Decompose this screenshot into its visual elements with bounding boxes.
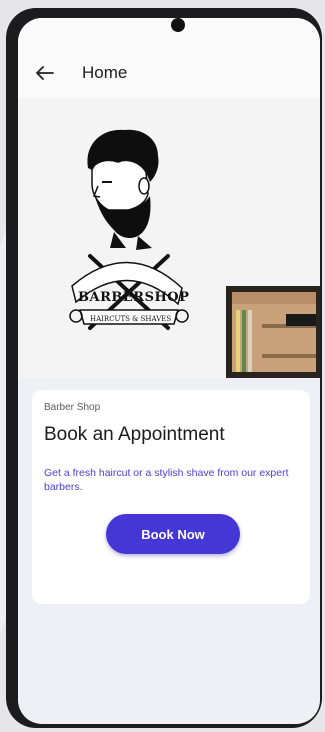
back-button[interactable] xyxy=(32,60,58,86)
arrow-left-icon xyxy=(36,66,54,80)
logo-tagline: HAIRCUTS & SHAVES xyxy=(90,315,171,323)
app-bar: Home xyxy=(18,18,320,98)
card-subtitle: Barber Shop xyxy=(44,402,101,413)
page-title: Home xyxy=(82,63,128,82)
hero-image: BARBERSHOP HAIRCUTS & SHAVES xyxy=(18,98,320,378)
shelf-photo xyxy=(222,284,320,378)
camera-icon xyxy=(171,18,185,32)
app-screen: Home BARBERSHOP HAIRCUTS & SHAVES Barber… xyxy=(18,18,320,724)
appointment-card: Barber Shop Book an Appointment Get a fr… xyxy=(32,390,310,604)
logo-text: BARBERSHOP xyxy=(78,290,189,305)
book-now-button[interactable]: Book Now xyxy=(106,514,240,554)
card-title: Book an Appointment xyxy=(44,424,225,445)
phone-frame: Home BARBERSHOP HAIRCUTS & SHAVES Barber… xyxy=(6,8,322,728)
card-description: Get a fresh haircut or a stylish shave f… xyxy=(44,467,289,493)
